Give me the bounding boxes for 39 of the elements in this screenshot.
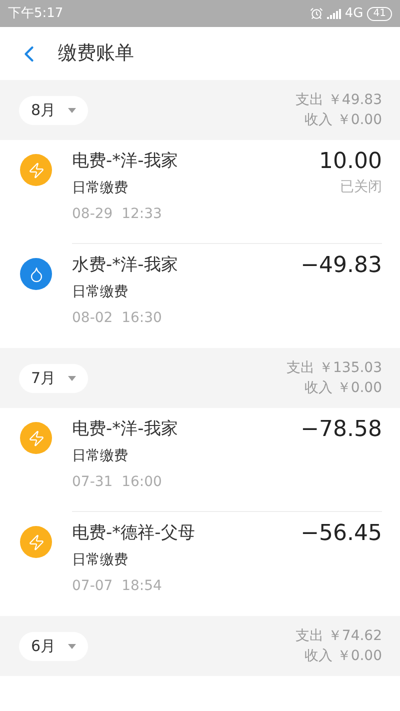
bill-time: 07-07 18:54 (72, 577, 163, 596)
bill-time: 08-02 16:30 (72, 309, 163, 328)
bill-time: 07-31 16:00 (72, 473, 163, 492)
expense-total: 支出 ￥74.62 (295, 627, 382, 646)
month-selector[interactable]: 6月 (19, 632, 88, 660)
bill-title: 电费-*洋-我家 (72, 150, 178, 173)
bill-status: 已关闭 (340, 178, 382, 197)
income-total: 收入 ￥0.00 (304, 647, 382, 666)
bill-category: 日常缴费 (72, 551, 129, 570)
lightning-icon (20, 526, 52, 558)
dropdown-caret-icon (68, 108, 76, 112)
bill-amount: −78.58 (300, 416, 382, 444)
water-drop-icon (20, 258, 52, 290)
bill-time: 08-29 12:33 (72, 205, 163, 224)
dropdown-caret-icon (68, 644, 76, 648)
bill-amount: −56.45 (300, 520, 382, 548)
bill-category: 日常缴费 (72, 283, 129, 302)
income-total: 收入 ￥0.00 (304, 111, 382, 130)
lightning-icon (20, 154, 52, 186)
dropdown-caret-icon (68, 376, 76, 380)
page-title: 缴费账单 (58, 41, 134, 66)
month-selector[interactable]: 8月 (19, 96, 88, 124)
signal-icon (326, 8, 341, 18)
bill-category: 日常缴费 (72, 179, 129, 198)
status-time: 下午5:17 (8, 4, 64, 23)
expense-total: 支出 ￥135.03 (286, 359, 382, 378)
bill-amount: 10.00 (319, 148, 382, 176)
month-selector[interactable]: 7月 (19, 364, 88, 392)
bill-title: 电费-*德祥-父母 (72, 522, 195, 545)
network-label: 4G (344, 4, 364, 23)
battery-indicator: 41 (367, 6, 392, 20)
bill-title: 水费-*洋-我家 (72, 254, 178, 277)
lightning-icon (20, 422, 52, 454)
expense-total: 支出 ￥49.83 (295, 91, 382, 110)
bill-title: 电费-*洋-我家 (72, 418, 178, 441)
bill-category: 日常缴费 (72, 447, 129, 466)
alarm-icon (310, 7, 323, 20)
bill-amount: −49.83 (300, 252, 382, 280)
income-total: 收入 ￥0.00 (304, 379, 382, 398)
